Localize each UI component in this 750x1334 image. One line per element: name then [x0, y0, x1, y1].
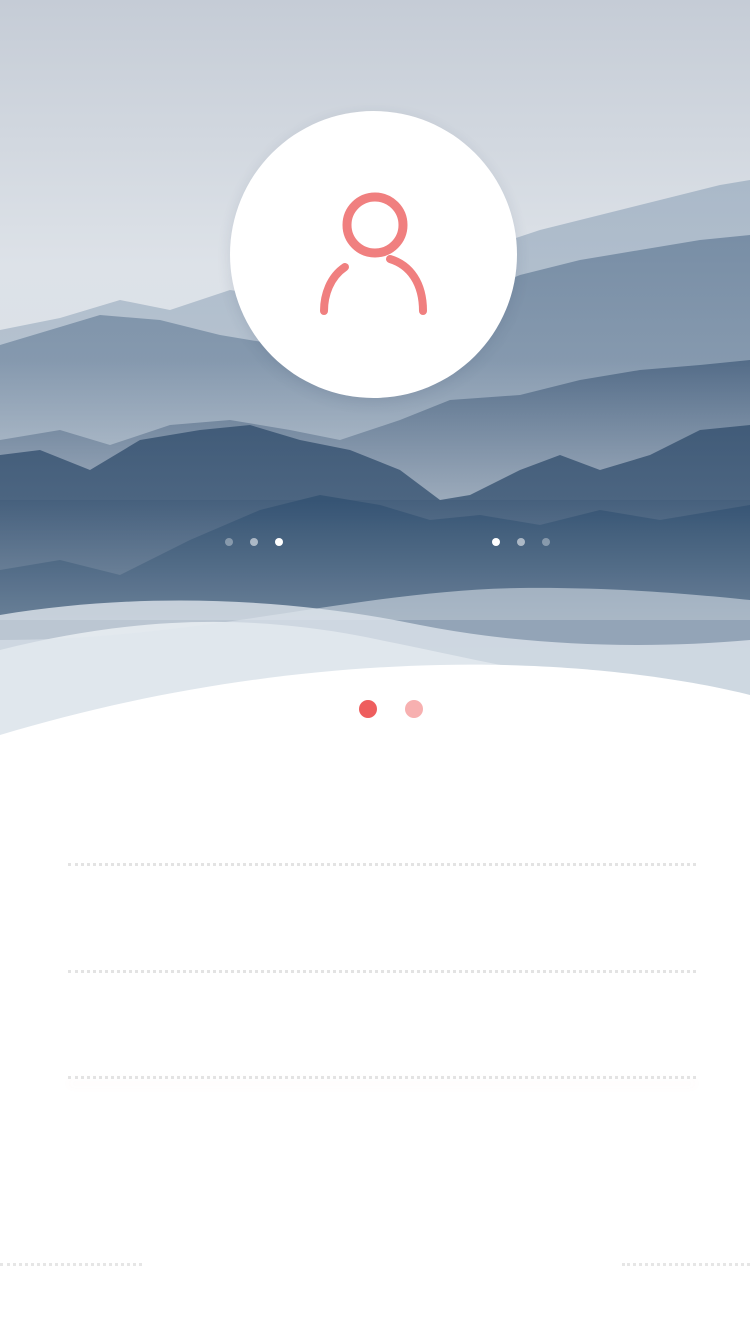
hero-indicator-dot [225, 538, 233, 546]
page-indicator [359, 700, 423, 718]
form-field-2[interactable] [68, 913, 696, 973]
hero-indicator-dot [250, 538, 258, 546]
form-field-1[interactable] [68, 806, 696, 866]
avatar[interactable] [230, 111, 517, 398]
text-input-3[interactable] [68, 1019, 696, 1079]
field-underline [68, 1076, 696, 1079]
page-dot[interactable] [405, 700, 423, 718]
page-dot-active[interactable] [359, 700, 377, 718]
hero-indicator-dot [542, 538, 550, 546]
field-underline [68, 970, 696, 973]
text-input-2[interactable] [68, 913, 696, 973]
footer-divider-right [622, 1263, 750, 1266]
hero-indicator-right [492, 537, 550, 547]
login-screen [0, 0, 750, 1334]
hero-indicator-dot [517, 538, 525, 546]
text-input-1[interactable] [68, 806, 696, 866]
hero-indicator-dot-active [275, 538, 283, 546]
hero-indicator-dot-active [492, 538, 500, 546]
user-icon [320, 192, 427, 315]
footer-divider-left [0, 1263, 142, 1266]
form-field-3[interactable] [68, 1019, 696, 1079]
field-underline [68, 863, 696, 866]
hero-indicator-left [225, 537, 283, 547]
